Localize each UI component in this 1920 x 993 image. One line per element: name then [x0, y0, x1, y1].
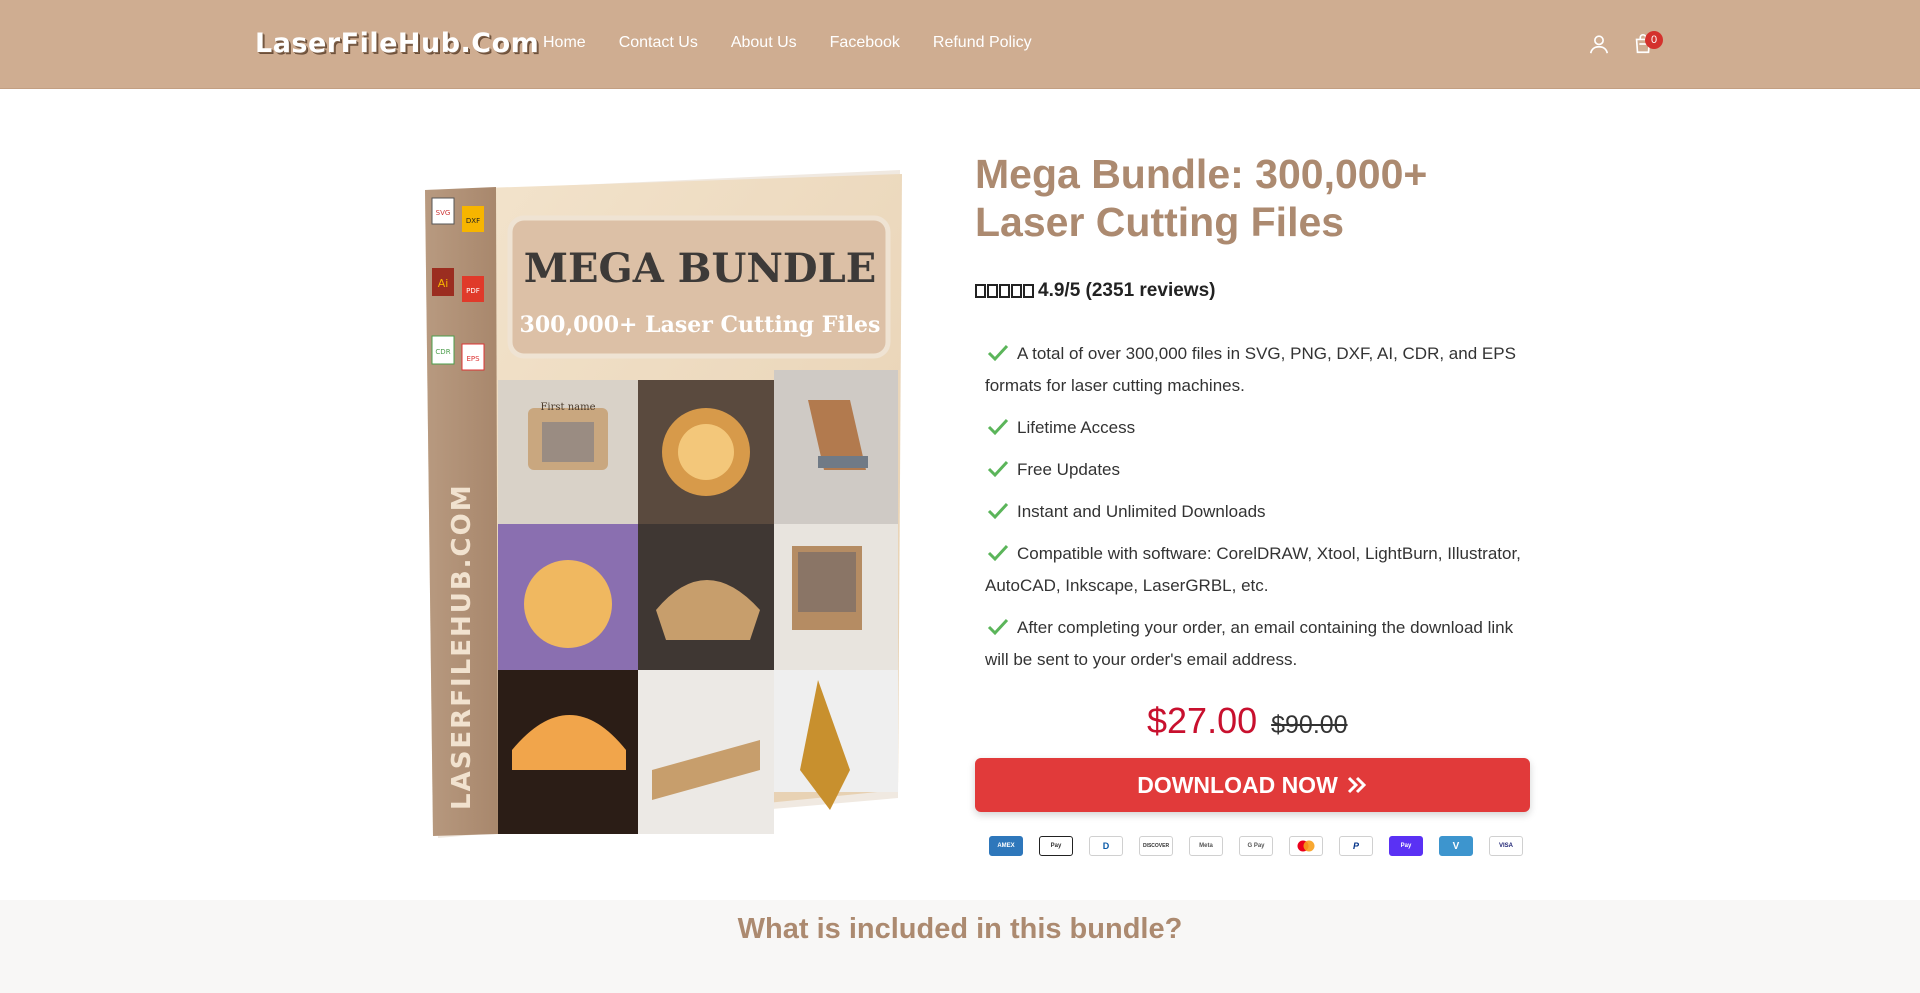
nav-refund-policy[interactable]: Refund Policy — [933, 34, 1032, 52]
check-icon — [987, 418, 1009, 436]
check-icon — [987, 460, 1009, 478]
box-title-text: MEGA BUNDLE — [524, 245, 876, 292]
double-chevron-right-icon — [1347, 776, 1366, 794]
included-section: What is included in this bundle? — [0, 900, 1920, 993]
mastercard-icon — [1289, 836, 1323, 856]
check-icon — [987, 344, 1009, 362]
feature-list: A total of over 300,000 files in SVG, PN… — [985, 338, 1525, 686]
box-spine-text: LASERFILEHUB.COM — [447, 483, 477, 810]
feature-item: Free Updates — [985, 454, 1525, 486]
visa-icon: VISA — [1489, 836, 1523, 856]
compare-price: $90.00 — [1271, 711, 1348, 739]
discover-icon: DISCOVER — [1139, 836, 1173, 856]
venmo-icon: V — [1439, 836, 1473, 856]
product-image: MEGA BUNDLE 300,000+ Laser Cutting Files… — [425, 170, 902, 838]
download-now-button[interactable]: DOWNLOAD NOW — [975, 758, 1530, 812]
svg-text:CDR: CDR — [435, 348, 450, 356]
check-icon — [987, 502, 1009, 520]
feature-item: Compatible with software: CorelDRAW, Xto… — [985, 544, 1521, 595]
cart-count-badge: 0 — [1645, 31, 1663, 49]
check-icon — [987, 618, 1009, 636]
svg-text:PDF: PDF — [466, 287, 480, 295]
rating-text: 4.9/5 (2351 reviews) — [1038, 280, 1216, 301]
payment-methods: AMEX Pay D DISCOVER Meta G Pay P Pay V V… — [989, 836, 1523, 856]
svg-text:DXF: DXF — [466, 217, 480, 225]
nav-about-us[interactable]: About Us — [731, 34, 797, 52]
check-icon — [987, 544, 1009, 562]
site-header: LaserFileHub.Com Home Contact Us About U… — [0, 0, 1920, 89]
apple-pay-icon: Pay — [1039, 836, 1073, 856]
account-icon[interactable] — [1588, 33, 1610, 55]
svg-text:EPS: EPS — [466, 355, 480, 363]
nav-facebook[interactable]: Facebook — [830, 34, 900, 52]
nav-home[interactable]: Home — [543, 34, 586, 52]
price-row: $27.00 $90.00 — [1147, 700, 1348, 742]
download-button-label: DOWNLOAD NOW — [1137, 771, 1338, 798]
site-logo[interactable]: LaserFileHub.Com — [255, 28, 539, 59]
feature-item: Instant and Unlimited Downloads — [985, 496, 1525, 528]
paypal-icon: P — [1339, 836, 1373, 856]
box-subtitle-text: 300,000+ Laser Cutting Files — [520, 312, 881, 338]
sale-price: $27.00 — [1147, 700, 1258, 741]
diners-club-icon: D — [1089, 836, 1123, 856]
meta-pay-icon: Meta — [1189, 836, 1223, 856]
product-title: Mega Bundle: 300,000+ Laser Cutting File… — [975, 151, 1428, 245]
main-nav: Home Contact Us About Us Facebook Refund… — [543, 34, 1032, 52]
amex-icon: AMEX — [989, 836, 1023, 856]
feature-item: After completing your order, an email co… — [985, 618, 1514, 669]
nav-contact-us[interactable]: Contact Us — [619, 34, 698, 52]
svg-text:SVG: SVG — [436, 209, 451, 217]
product-photo-grid: First name — [498, 370, 898, 834]
included-heading: What is included in this bundle? — [737, 913, 1183, 945]
feature-item: Lifetime Access — [985, 412, 1525, 444]
google-pay-icon: G Pay — [1239, 836, 1273, 856]
rating-stars-icon — [975, 284, 1034, 298]
feature-item: A total of over 300,000 files in SVG, PN… — [985, 344, 1516, 395]
shop-pay-icon: Pay — [1389, 836, 1423, 856]
product-rating[interactable]: 4.9/5 (2351 reviews) — [975, 280, 1215, 302]
svg-text:Ai: Ai — [438, 277, 449, 290]
svg-text:First name: First name — [540, 402, 595, 413]
